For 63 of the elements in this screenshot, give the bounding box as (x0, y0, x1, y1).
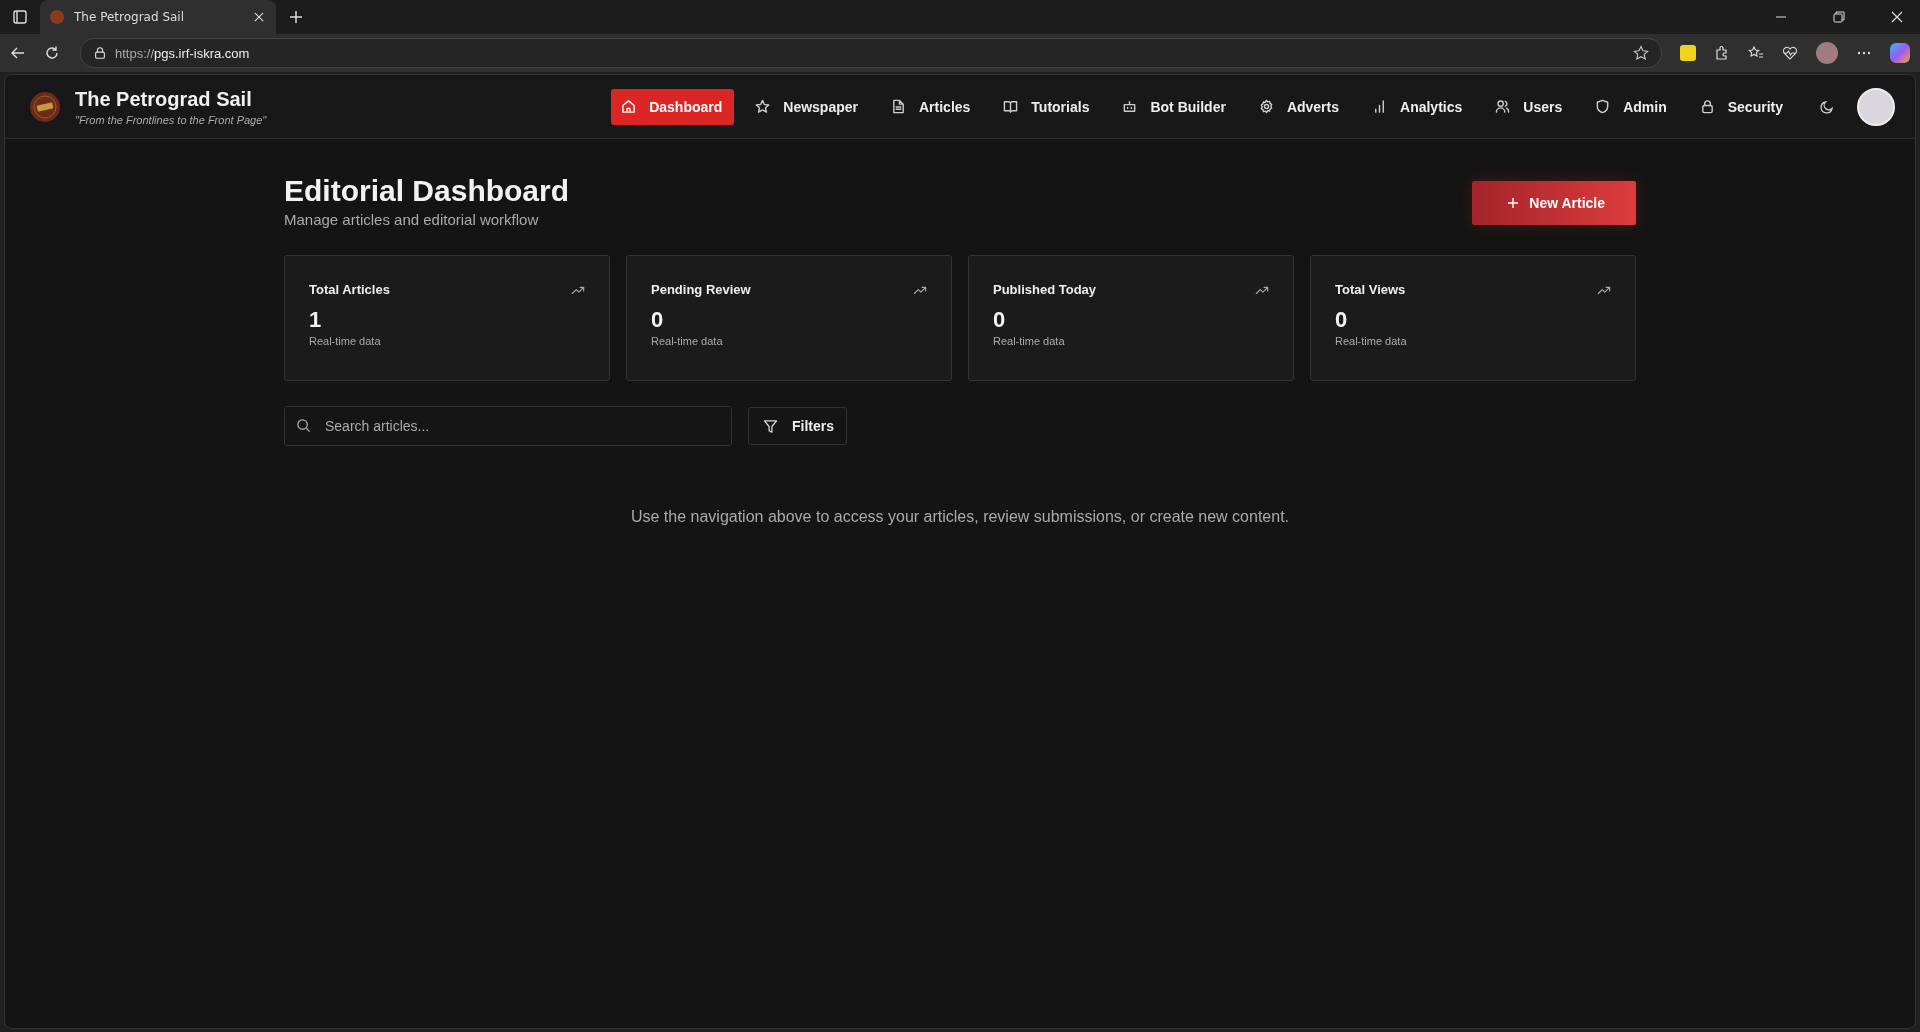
stat-note: Real-time data (1335, 335, 1408, 347)
users-icon (1495, 99, 1511, 114)
stat-note: Real-time data (309, 335, 382, 347)
lock-icon (1699, 99, 1715, 114)
home-icon (621, 99, 637, 114)
tab-actions-icon[interactable] (12, 9, 28, 25)
filters-button[interactable]: Filters (748, 407, 847, 445)
back-icon[interactable] (10, 45, 26, 61)
favorite-star-icon[interactable] (1633, 45, 1649, 61)
nav-tab[interactable]: Admin (1583, 88, 1679, 125)
nav-tab[interactable]: Users (1483, 88, 1575, 125)
site-title: The Petrograd Sail (75, 87, 253, 111)
nav-tab[interactable]: Articles (879, 88, 983, 125)
document-icon (891, 99, 906, 114)
gear-icon (1258, 99, 1274, 114)
shield-icon (1595, 99, 1611, 114)
robot-icon (1122, 99, 1138, 114)
filter-icon (763, 418, 778, 434)
nav-tab[interactable]: Adverts (1246, 88, 1351, 125)
stat-value: 0 (993, 307, 1007, 333)
restore-icon[interactable] (1833, 11, 1845, 23)
star-icon (755, 99, 771, 114)
bar-chart-icon (1372, 99, 1387, 114)
stat-label: Published Today (993, 282, 1097, 297)
close-tab-icon[interactable] (254, 12, 264, 22)
stat-label: Total Articles (309, 282, 390, 297)
browser-tab[interactable]: The Petrograd Sail (40, 0, 276, 34)
nav-tab[interactable]: Tutorials (991, 88, 1102, 125)
plus-icon (1507, 197, 1520, 209)
stat-value: 0 (651, 307, 665, 333)
favicon-icon (50, 10, 64, 24)
nav-tab[interactable]: Security (1687, 88, 1795, 125)
refresh-icon[interactable] (44, 45, 60, 61)
url-text: https://pgs.irf-iskra.com (115, 45, 250, 61)
nav-tab[interactable]: Newspaper (743, 88, 870, 125)
stat-label: Pending Review (651, 282, 751, 297)
site-tagline: "From the Frontlines to the Front Page" (75, 113, 267, 126)
address-bar[interactable]: https://pgs.irf-iskra.com (80, 38, 1662, 68)
profile-avatar[interactable] (1816, 42, 1838, 64)
stat-note: Real-time data (993, 335, 1066, 347)
copilot-icon[interactable] (1890, 43, 1910, 63)
lock-icon (93, 46, 107, 60)
page-subtitle: Manage articles and editorial workflow (284, 211, 540, 228)
favorites-icon[interactable] (1748, 45, 1764, 61)
empty-state-message: Use the navigation above to access your articles, review submissions, or create new content. (629, 508, 1291, 526)
search-field[interactable]: Search articles... (284, 406, 732, 446)
nav-tab[interactable]: Analytics (1360, 88, 1475, 125)
puzzle-icon[interactable] (1714, 45, 1730, 61)
stat-value: 1 (309, 307, 323, 333)
new-tab-icon[interactable] (288, 9, 304, 25)
user-avatar[interactable] (1857, 87, 1895, 126)
nav-tab[interactable]: Dashboard (611, 88, 735, 125)
page-title: Editorial Dashboard (284, 173, 570, 209)
book-icon (1003, 99, 1019, 114)
stat-value: 0 (1335, 307, 1349, 333)
logo-icon (29, 90, 61, 123)
close-icon[interactable] (1891, 11, 1903, 23)
stat-note: Real-time data (651, 335, 724, 347)
heartbeat-icon[interactable] (1782, 45, 1798, 61)
nav-tab[interactable]: Bot Builder (1110, 88, 1238, 125)
moon-icon[interactable] (1819, 98, 1835, 115)
stat-label: Total Views (1335, 282, 1406, 297)
new-article-button[interactable]: New Article (1472, 181, 1636, 225)
